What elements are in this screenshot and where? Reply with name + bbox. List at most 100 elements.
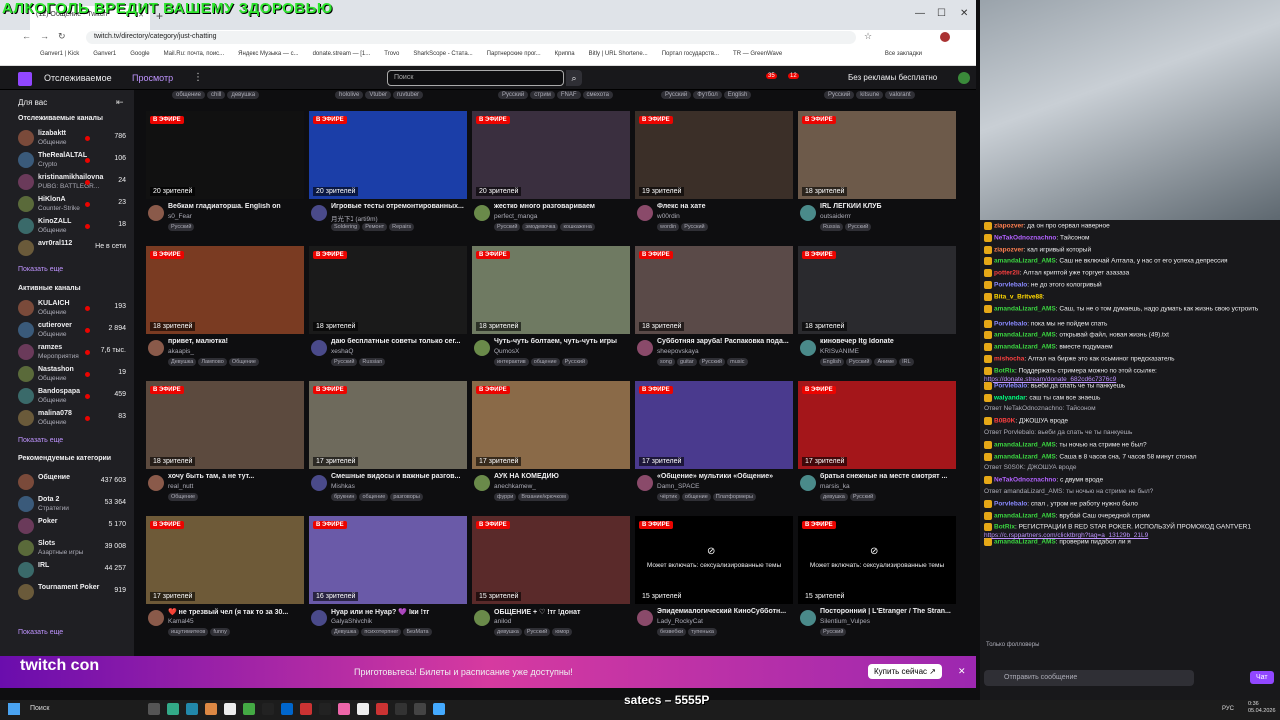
search-input[interactable]: Поиск <box>387 70 564 86</box>
tag-chip[interactable]: брукнин <box>331 493 358 501</box>
channel-avatar[interactable] <box>800 340 816 356</box>
chat-username[interactable]: BotRix <box>994 524 1015 531</box>
tag-chip[interactable]: Russian <box>359 358 386 366</box>
stream-thumbnail[interactable]: В ЭФИРЕ 18 зрителей <box>798 246 956 334</box>
stream-thumbnail[interactable]: ⊘ Может включать: сексуализированные темы… <box>798 516 956 604</box>
tag-chip[interactable]: funny <box>210 628 230 636</box>
stream-thumbnail[interactable]: В ЭФИРЕ 18 зрителей <box>146 381 304 469</box>
sidebar-channel[interactable]: Slots Азартные игры 39 008 <box>0 538 134 560</box>
tag-chip[interactable]: ищутимитеов <box>168 628 209 636</box>
tag-chip[interactable]: интерактив <box>494 358 529 366</box>
tag-chip[interactable]: FNAF <box>556 91 581 99</box>
chat-username[interactable]: Porvlebalo <box>994 501 1027 508</box>
ad-free-button[interactable]: Без рекламы бесплатно <box>848 73 937 82</box>
nav-following[interactable]: Отслеживаемое <box>44 73 112 83</box>
tag-chip[interactable]: смехота <box>582 91 613 99</box>
tag-chip[interactable]: стрим <box>530 91 555 99</box>
tag-chip[interactable]: психотерпнег <box>361 628 402 636</box>
channel-name[interactable]: KRISvANIME <box>820 348 859 355</box>
stream-thumbnail[interactable]: В ЭФИРЕ 18 зрителей <box>798 111 956 199</box>
taskbar-app-icon[interactable] <box>224 703 236 715</box>
tag-chip[interactable]: тупенька <box>688 628 717 636</box>
stream-thumbnail[interactable]: В ЭФИРЕ 18 зрителей <box>472 246 630 334</box>
sidebar-channel[interactable]: Nastashon Общение 19 <box>0 364 134 386</box>
channel-name[interactable]: marsis_ka <box>820 483 850 490</box>
bookmark-item[interactable]: Google <box>130 51 149 57</box>
taskbar-search[interactable]: Поиск <box>30 705 49 712</box>
stream-title[interactable]: Смешные видосы и важные разгов... <box>331 473 467 480</box>
taskbar-app-icon[interactable] <box>205 703 217 715</box>
channel-name[interactable]: perfect_manga <box>494 213 537 220</box>
sidebar-channel[interactable]: malina078 Общение 83 <box>0 408 134 430</box>
sidebar-channel[interactable]: KinoZALL Общение 18 <box>0 216 134 238</box>
stream-card[interactable]: В ЭФИРЕ 17 зрителей «Общение» мультики «Об… <box>635 381 793 511</box>
taskbar-app-icon[interactable] <box>243 703 255 715</box>
stream-title[interactable]: Игровые тесты отремонтированных... <box>331 203 467 210</box>
channel-avatar[interactable] <box>311 475 327 491</box>
tag-chip[interactable]: Ремонт <box>362 223 388 231</box>
tag-chip[interactable]: Русский <box>561 358 589 366</box>
stream-thumbnail[interactable]: В ЭФИРЕ 17 зрителей <box>798 381 956 469</box>
stream-card[interactable]: В ЭФИРЕ 18 зрителей IRL ЛЕГКИЙ КЛУБ outsaid… <box>798 111 956 241</box>
stream-title[interactable]: АУК НА КОМЕДИЮ <box>494 473 630 480</box>
stream-thumbnail[interactable]: ⊘ Может включать: сексуализированные темы… <box>635 516 793 604</box>
stream-card[interactable]: В ЭФИРЕ 19 зрителей Флекс на хате w00rdin wo… <box>635 111 793 241</box>
stream-title[interactable]: Чуть-чуть болтаем, чуть-чуть игры <box>494 338 630 345</box>
tag-chip[interactable]: Футбол <box>693 91 722 99</box>
channel-avatar[interactable] <box>148 610 164 626</box>
channel-name[interactable]: s0_Fear <box>168 213 192 220</box>
tag-chip[interactable]: общение <box>681 493 711 501</box>
stream-title[interactable]: Вебкам гладиаторша. English on <box>168 203 304 210</box>
stream-thumbnail[interactable]: В ЭФИРЕ 20 зрителей <box>146 111 304 199</box>
sidebar-channel[interactable]: Poker 5 170 <box>0 516 134 538</box>
start-icon[interactable] <box>8 703 20 715</box>
tag-chip[interactable]: Общение <box>228 358 259 366</box>
tag-chip[interactable]: music <box>727 358 748 366</box>
tag-chip[interactable]: English <box>820 358 845 366</box>
stream-thumbnail[interactable]: В ЭФИРЕ 17 зрителей <box>635 381 793 469</box>
bookmark-item[interactable]: TR — GreenWave <box>733 51 782 57</box>
chat-username[interactable]: amandaLizard_AMS <box>994 258 1056 265</box>
taskbar-app-icon[interactable] <box>319 703 331 715</box>
taskbar-app-icon[interactable] <box>186 703 198 715</box>
tag-chip[interactable]: Soldering <box>331 223 361 231</box>
taskbar-app-icon[interactable] <box>338 703 350 715</box>
tag-chip[interactable]: общение <box>172 91 205 99</box>
sidebar-channel[interactable]: KULAICH Общение 193 <box>0 298 134 320</box>
channel-avatar[interactable] <box>311 340 327 356</box>
tag-chip[interactable]: Ламповo <box>198 358 227 366</box>
channel-name[interactable]: akaapis_ <box>168 348 194 355</box>
tag-chip[interactable]: безвебки <box>657 628 687 636</box>
stream-card[interactable]: В ЭФИРЕ 18 зрителей даю бесплатные советы … <box>309 246 467 376</box>
channel-name[interactable]: Kamal45 <box>168 618 194 625</box>
tag-chip[interactable]: эмодевочка <box>522 223 559 231</box>
channel-avatar[interactable] <box>148 205 164 221</box>
bookmark-item[interactable]: SharkScope - Стата... <box>413 51 472 57</box>
channel-name[interactable]: Mishkas <box>331 483 355 490</box>
channel-avatar[interactable] <box>148 340 164 356</box>
taskbar-app-icon[interactable] <box>414 703 426 715</box>
reload-icon[interactable]: ↻ <box>58 31 66 42</box>
stream-card[interactable]: В ЭФИРЕ 20 зрителей Игровые тесты отремонт… <box>309 111 467 241</box>
channel-name[interactable]: w00rdin <box>657 213 680 220</box>
tag-chip[interactable]: Девушка <box>331 628 360 636</box>
more-menu-icon[interactable]: ⋮ <box>193 72 203 83</box>
channel-name[interactable]: anilod <box>494 618 511 625</box>
stream-title[interactable]: даю бесплатные советы только сег... <box>331 338 467 345</box>
stream-card[interactable]: ⊘ Может включать: сексуализированные темы… <box>798 516 956 646</box>
tag-chip[interactable]: Русский <box>844 223 872 231</box>
channel-avatar[interactable] <box>474 340 490 356</box>
tag-chip[interactable]: Русский <box>846 358 873 366</box>
stream-card[interactable]: В ЭФИРЕ 20 зрителей жестко много разговари… <box>472 111 630 241</box>
show-more-followed[interactable]: Показать еще <box>18 266 63 273</box>
channel-name[interactable]: 月光下ℷ (arti9m) <box>331 213 378 223</box>
stream-title[interactable]: ОБЩЕНИЕ + ♡ !тг !донат <box>494 608 630 616</box>
tag-chip[interactable]: Вязание/крючком <box>518 493 569 501</box>
tag-chip[interactable]: Русский <box>498 91 529 99</box>
stream-thumbnail[interactable]: В ЭФИРЕ 20 зрителей <box>309 111 467 199</box>
stream-card[interactable]: ⊘ Может включать: сексуализированные темы… <box>635 516 793 646</box>
sidebar-channel[interactable]: Общение 437 603 <box>0 472 134 494</box>
inbox-icon[interactable]: 12 <box>788 70 799 79</box>
maximize-icon[interactable]: ☐ <box>937 8 946 19</box>
taskbar-app-icon[interactable] <box>433 703 445 715</box>
